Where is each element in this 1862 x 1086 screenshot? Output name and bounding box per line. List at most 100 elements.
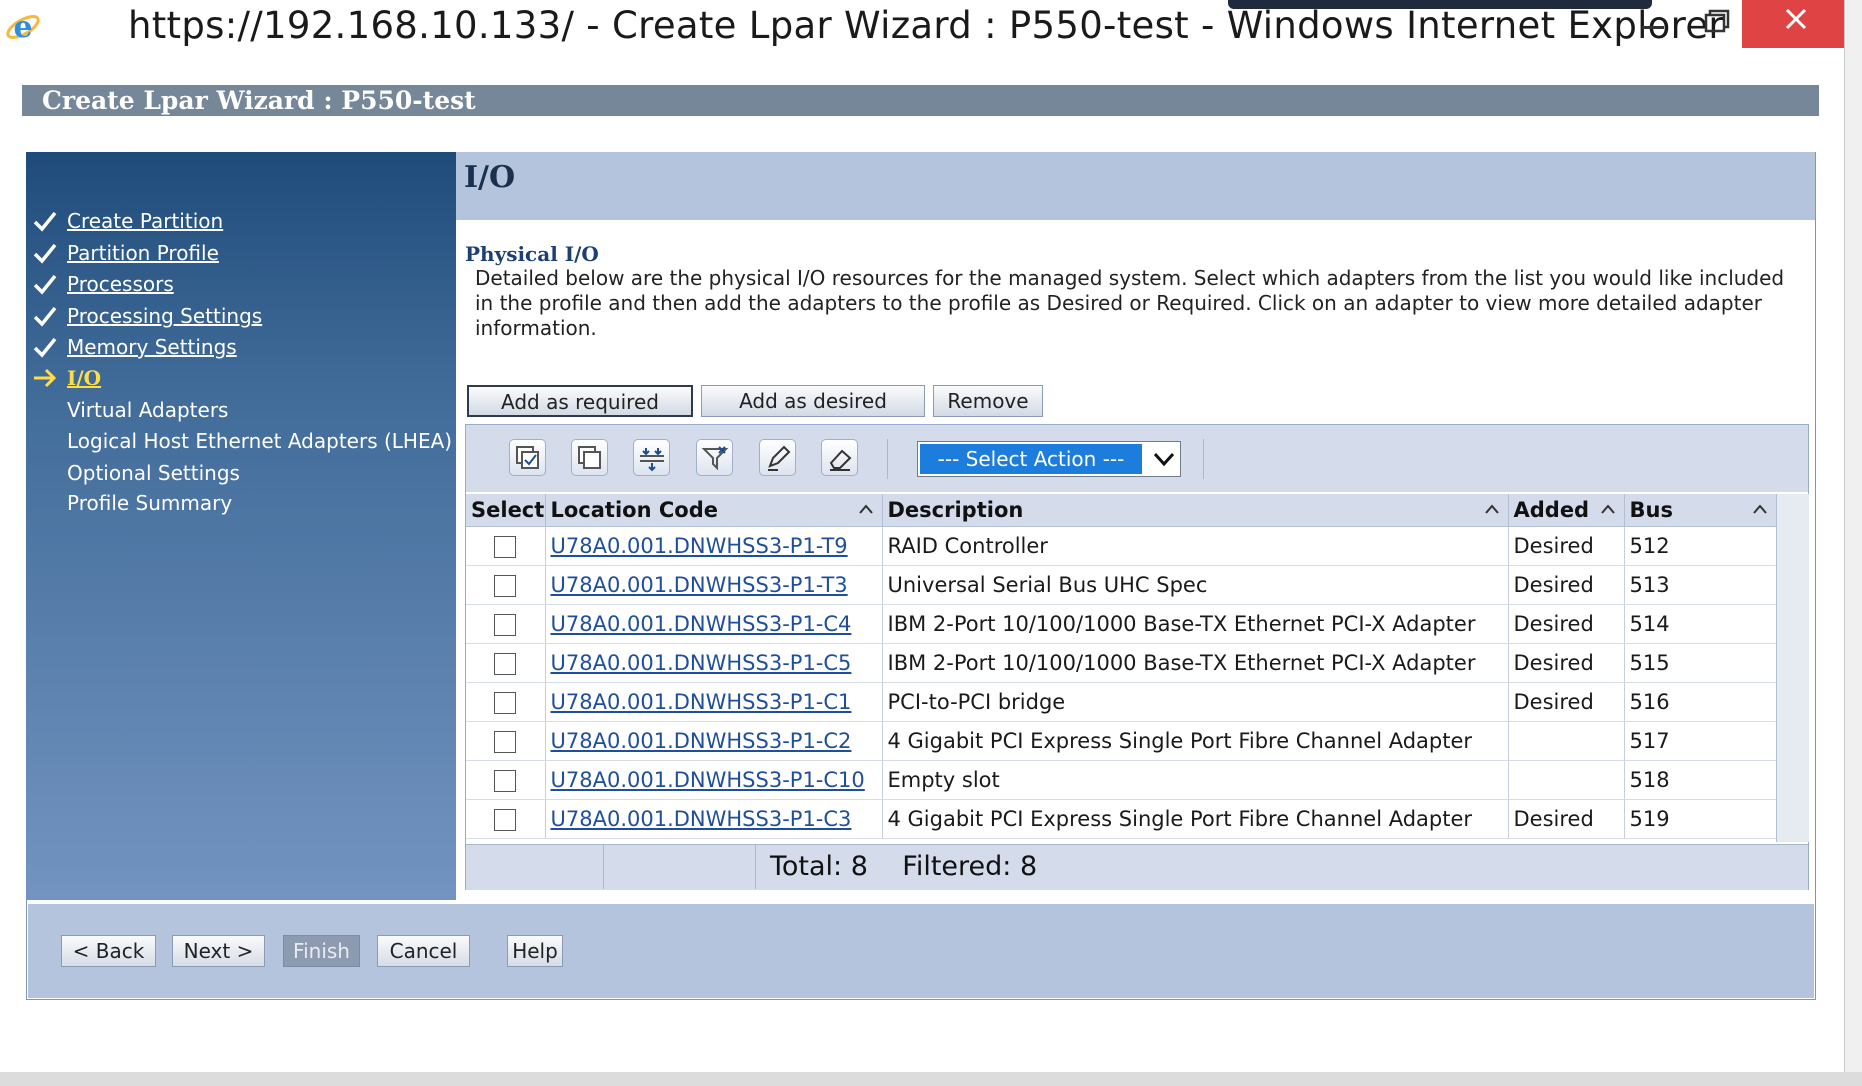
page-title: Create Lpar Wizard : P550-test — [22, 85, 1819, 116]
minimize-icon — [1642, 26, 1664, 29]
table-row: U78A0.001.DNWHSS3-P1-C3 4 Gigabit PCI Ex… — [466, 799, 1777, 839]
location-code-link[interactable]: U78A0.001.DNWHSS3-P1-C3 — [551, 807, 852, 831]
row-checkbox[interactable] — [494, 731, 517, 753]
location-cell: U78A0.001.DNWHSS3-P1-C3 — [545, 799, 883, 839]
column-header-description[interactable]: Description — [882, 494, 1509, 527]
add-as-desired-button[interactable]: Add as desired — [701, 385, 925, 417]
select-cell — [466, 721, 546, 761]
checkmark-icon — [33, 306, 57, 327]
step-label: Logical Host Ethernet Adapters (LHEA) — [67, 429, 453, 453]
column-header-location-code[interactable]: Location Code — [545, 494, 883, 527]
close-button[interactable] — [1742, 0, 1850, 48]
select-cell — [466, 565, 546, 605]
location-cell: U78A0.001.DNWHSS3-P1-T9 — [545, 526, 883, 566]
step-processing-settings[interactable]: Processing Settings — [26, 301, 456, 331]
sort-ascending-icon — [1752, 504, 1767, 514]
column-header-added[interactable]: Added — [1508, 494, 1625, 527]
column-header-select: Select — [466, 494, 546, 527]
location-code-link[interactable]: U78A0.001.DNWHSS3-P1-C2 — [551, 729, 852, 753]
section-title: I/O — [464, 160, 516, 195]
row-checkbox[interactable] — [494, 575, 517, 597]
step-label[interactable]: Memory Settings — [67, 332, 237, 362]
step-profile-summary: Profile Summary — [26, 488, 456, 518]
description-cell: Universal Serial Bus UHC Spec — [882, 565, 1509, 605]
table-row: U78A0.001.DNWHSS3-P1-C10 Empty slot 518 — [466, 760, 1777, 800]
select-all-button[interactable] — [509, 439, 546, 476]
added-cell: Desired — [1508, 799, 1625, 839]
pencil-icon — [768, 445, 791, 471]
row-checkbox[interactable] — [494, 809, 517, 831]
bus-cell: 517 — [1624, 721, 1777, 761]
clear-filters-button[interactable] — [696, 439, 733, 476]
location-code-link[interactable]: U78A0.001.DNWHSS3-P1-T9 — [551, 534, 848, 558]
description-cell: 4 Gigabit PCI Express Single Port Fibre … — [882, 721, 1509, 761]
step-label: Optional Settings — [67, 461, 240, 485]
row-checkbox[interactable] — [494, 614, 517, 636]
total-count: Total: 8 — [770, 851, 868, 882]
step-create-partition[interactable]: Create Partition — [26, 206, 456, 236]
select-cell — [466, 604, 546, 644]
added-cell: Desired — [1508, 565, 1625, 605]
step-label[interactable]: Create Partition — [67, 206, 223, 236]
row-checkbox[interactable] — [494, 536, 517, 558]
step-io[interactable]: I/O — [26, 363, 456, 393]
next-button[interactable]: Next > — [172, 935, 265, 967]
deselect-all-button[interactable] — [571, 439, 608, 476]
step-label[interactable]: Processors — [67, 269, 174, 299]
select-action-dropdown[interactable]: --- Select Action --- — [917, 441, 1181, 477]
table-scroll-gutter — [1776, 494, 1809, 842]
arrow-right-icon — [34, 368, 57, 388]
location-code-link[interactable]: U78A0.001.DNWHSS3-P1-C1 — [551, 690, 852, 714]
help-button[interactable]: Help — [507, 935, 563, 967]
location-cell: U78A0.001.DNWHSS3-P1-C10 — [545, 760, 883, 800]
select-cell — [466, 526, 546, 566]
location-cell: U78A0.001.DNWHSS3-P1-C1 — [545, 682, 883, 722]
added-cell — [1508, 721, 1625, 761]
step-partition-profile[interactable]: Partition Profile — [26, 238, 456, 268]
location-cell: U78A0.001.DNWHSS3-P1-T3 — [545, 565, 883, 605]
edit-sort-button[interactable] — [759, 439, 796, 476]
clear-sorts-button[interactable] — [821, 439, 858, 476]
step-label[interactable]: I/O — [67, 363, 101, 393]
restore-button[interactable] — [1684, 0, 1748, 48]
bus-cell: 518 — [1624, 760, 1777, 800]
window-titlebar: e https://192.168.10.133/ - Create Lpar … — [0, 0, 1862, 56]
row-checkbox[interactable] — [494, 653, 517, 675]
remove-button[interactable]: Remove — [933, 385, 1043, 417]
eraser-icon — [829, 449, 852, 471]
step-label: Virtual Adapters — [67, 398, 229, 422]
sort-ascending-icon — [858, 504, 873, 514]
deselect-all-icon — [578, 446, 601, 469]
cancel-button[interactable]: Cancel — [377, 935, 470, 967]
table-row: U78A0.001.DNWHSS3-P1-C1 PCI-to-PCI bridg… — [466, 682, 1777, 722]
bus-cell: 516 — [1624, 682, 1777, 722]
column-header-label: Bus — [1629, 498, 1673, 522]
step-label[interactable]: Partition Profile — [67, 238, 219, 268]
footer-separator — [755, 844, 756, 889]
checkmark-icon — [33, 337, 57, 358]
restore-icon — [1704, 9, 1730, 33]
location-code-link[interactable]: U78A0.001.DNWHSS3-P1-T3 — [551, 573, 848, 597]
toolbar-separator — [1203, 439, 1204, 479]
description-cell: IBM 2-Port 10/100/1000 Base-TX Ethernet … — [882, 643, 1509, 683]
table-row: U78A0.001.DNWHSS3-P1-C5 IBM 2-Port 10/10… — [466, 643, 1777, 683]
location-code-link[interactable]: U78A0.001.DNWHSS3-P1-C4 — [551, 612, 852, 636]
step-memory-settings[interactable]: Memory Settings — [26, 332, 456, 362]
added-cell: Desired — [1508, 682, 1625, 722]
row-checkbox[interactable] — [494, 770, 517, 792]
select-all-icon — [516, 446, 539, 469]
minimize-button[interactable] — [1620, 0, 1684, 48]
close-icon — [1785, 8, 1807, 30]
step-label[interactable]: Processing Settings — [67, 301, 262, 331]
show-filter-row-button[interactable] — [633, 439, 670, 476]
location-code-link[interactable]: U78A0.001.DNWHSS3-P1-C10 — [551, 768, 865, 792]
column-header-bus[interactable]: Bus — [1624, 494, 1777, 527]
step-processors[interactable]: Processors — [26, 269, 456, 299]
back-button[interactable]: < Back — [61, 935, 156, 967]
row-checkbox[interactable] — [494, 692, 517, 714]
filter-row-icon — [640, 448, 664, 472]
sort-ascending-icon — [1484, 504, 1499, 514]
location-code-link[interactable]: U78A0.001.DNWHSS3-P1-C5 — [551, 651, 852, 675]
clear-filter-icon — [701, 446, 729, 471]
add-as-required-button[interactable]: Add as required — [467, 385, 693, 417]
